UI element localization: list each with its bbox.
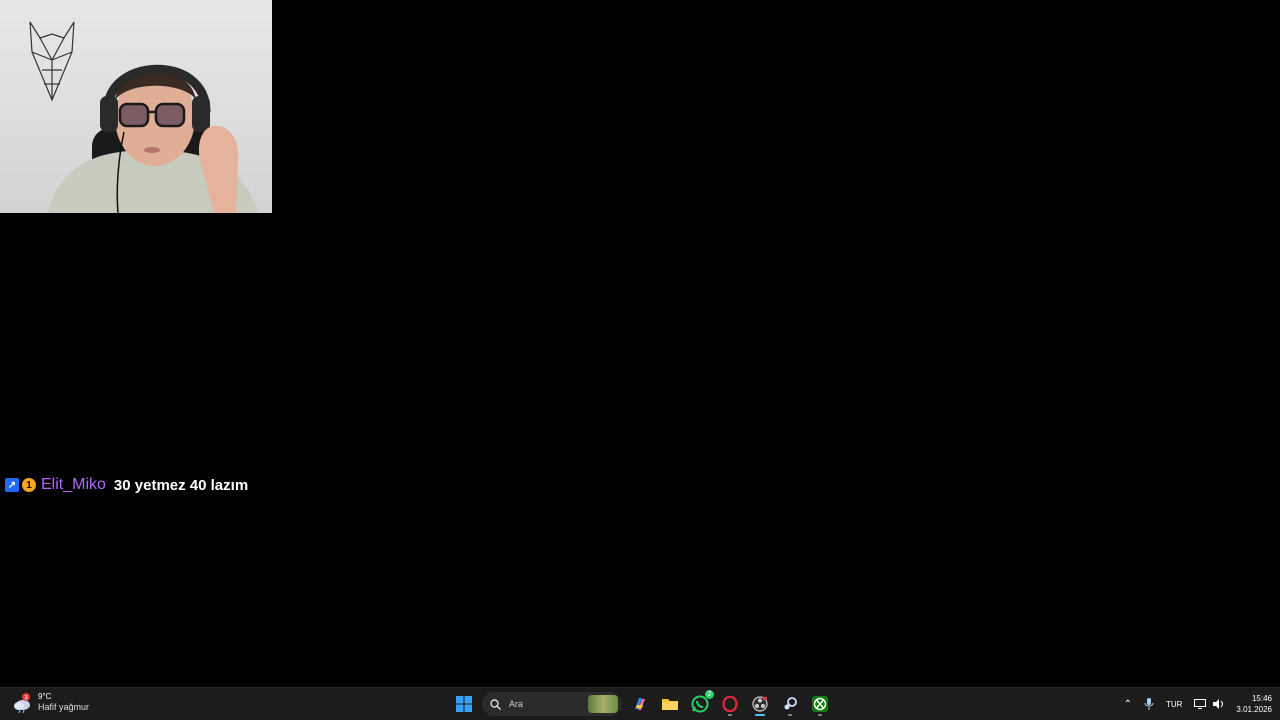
language-indicator[interactable]: TUR xyxy=(1166,700,1182,709)
weather-condition: Hafif yağmur xyxy=(38,702,90,712)
search-icon xyxy=(490,698,501,710)
display-icon[interactable] xyxy=(1194,699,1207,709)
whatsapp-badge: 2 xyxy=(705,690,714,699)
running-indicator xyxy=(818,714,822,716)
start-button[interactable] xyxy=(452,692,476,716)
clock-date: 3.01.2026 xyxy=(1236,705,1272,714)
clock-time: 15:46 xyxy=(1251,694,1272,703)
opera-icon xyxy=(722,696,738,712)
wolf-logo-icon xyxy=(29,21,75,102)
taskbar-apps: Ara 2 xyxy=(452,690,832,717)
copilot-button[interactable] xyxy=(628,692,652,716)
running-indicator xyxy=(788,714,792,716)
microphone-icon[interactable] xyxy=(1144,698,1154,710)
search-placeholder: Ara xyxy=(509,699,524,709)
xbox-icon xyxy=(812,696,828,712)
chat-text: 30 yetmez 40 lazım xyxy=(113,476,249,494)
copilot-icon xyxy=(635,698,645,710)
steam-button[interactable] xyxy=(778,692,802,716)
chevron-up-icon[interactable]: ⌃ xyxy=(1124,699,1132,710)
xbox-button[interactable] xyxy=(808,692,832,716)
webcam-feed xyxy=(0,0,272,213)
weather-widget[interactable]: 3 9°C Hafif yağmur xyxy=(12,692,89,713)
obs-icon xyxy=(752,696,768,712)
search-input[interactable]: Ara xyxy=(482,692,622,716)
speaker-icon[interactable] xyxy=(1212,699,1224,709)
weather-cloud-icon: 3 xyxy=(12,692,32,713)
running-indicator xyxy=(728,714,732,716)
taskbar: 3 9°C Hafif yağmur Ara 2 ⌃ TUR 15:46 3.0… xyxy=(0,687,1280,720)
subscriber-badge-icon: 1 xyxy=(22,478,36,492)
system-tray: ⌃ TUR 15:46 3.01.2026 xyxy=(1124,688,1272,720)
clock[interactable]: 15:46 3.01.2026 xyxy=(1236,693,1272,715)
weather-temperature: 9°C xyxy=(38,692,52,701)
start-icon xyxy=(456,696,472,712)
search-highlight-image xyxy=(588,695,618,713)
folder-icon xyxy=(662,699,678,710)
obs-button[interactable] xyxy=(748,692,772,716)
prime-badge-icon: ↗ xyxy=(5,478,19,492)
chat-username: Elit_Miko xyxy=(41,476,106,493)
steam-icon xyxy=(784,697,797,710)
whatsapp-button[interactable]: 2 xyxy=(688,690,714,716)
file-explorer-button[interactable] xyxy=(658,692,682,716)
opera-button[interactable] xyxy=(718,692,742,716)
chat-message: ↗ 1 Elit_Miko 30 yetmez 40 lazım xyxy=(5,475,248,495)
active-indicator xyxy=(755,714,765,716)
